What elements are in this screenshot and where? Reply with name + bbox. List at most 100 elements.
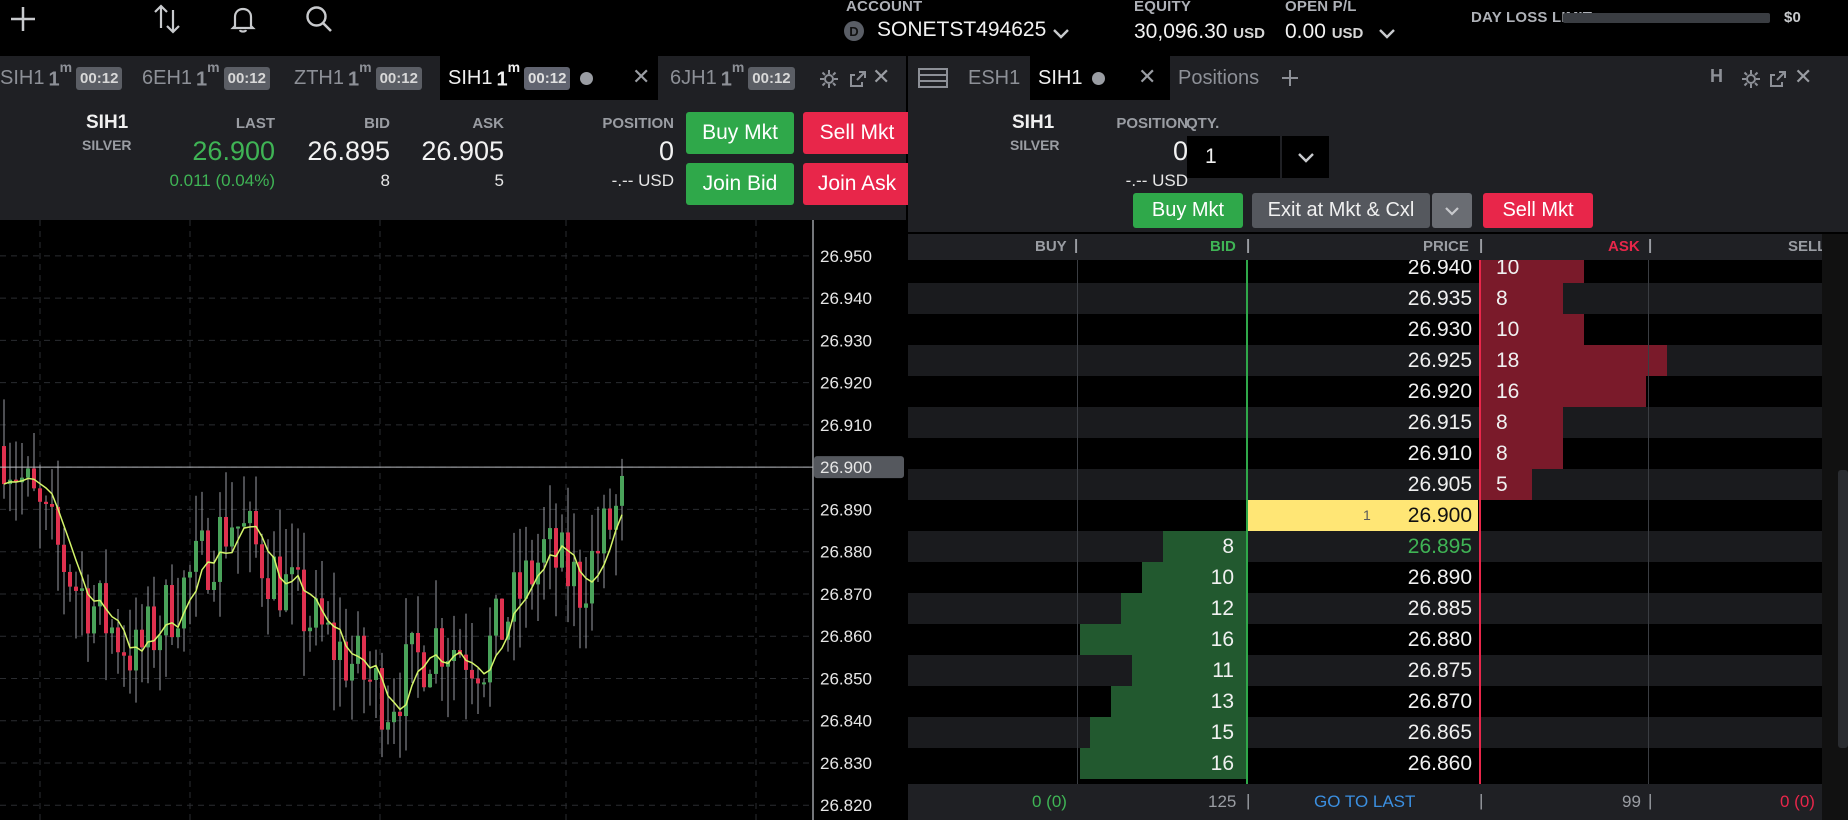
ladder-price[interactable]: 26.885	[1248, 593, 1472, 624]
ladder-price[interactable]: 26.940	[1248, 260, 1472, 283]
ladder-price[interactable]: 26.900	[1248, 500, 1472, 531]
dom-header: SIH1 SILVER POSITION 0 -.-- USD QTY. Buy…	[908, 100, 1848, 232]
col-sell: SELL	[1788, 238, 1827, 255]
candle-body	[68, 571, 72, 587]
h-hotkey-icon[interactable]: H	[1710, 66, 1723, 87]
tab-dom-esh1[interactable]: ESH1	[968, 56, 1020, 100]
chart-settings-icon[interactable]	[818, 68, 840, 90]
ladder-row[interactable]: 10 26.930	[908, 314, 1822, 345]
exit-options-button[interactable]	[1432, 193, 1472, 228]
candle-body	[80, 588, 84, 591]
ask-label: ASK	[472, 115, 504, 132]
tab-chart-6jh1[interactable]: 6JH1 1m 00:12	[670, 56, 810, 100]
last-change: 0.011 (0.04%)	[169, 171, 275, 190]
candle-body	[548, 528, 552, 540]
ladder-price[interactable]: 26.880	[1248, 624, 1472, 655]
tab-tf-value: 1	[496, 68, 508, 91]
ladder-row[interactable]: 16 26.860	[908, 748, 1822, 779]
tab-chart-sih1[interactable]: SIH1 1m 00:12	[0, 56, 128, 100]
go-to-last-link[interactable]: GO TO LAST	[1314, 792, 1415, 812]
dom-buy-mkt-button[interactable]: Buy Mkt	[1133, 193, 1243, 228]
ladder-row[interactable]: 12 26.885	[908, 593, 1822, 624]
ladder-row[interactable]: 5 26.905	[908, 469, 1822, 500]
position-pl: -.-- USD	[611, 171, 674, 190]
tab-positions[interactable]: Positions	[1178, 56, 1259, 100]
ladder-row[interactable]: 13 26.870	[908, 686, 1822, 717]
ladder-row[interactable]: 15 26.865	[908, 717, 1822, 748]
ladder-row[interactable]: 8 26.915	[908, 407, 1822, 438]
candle-body	[488, 635, 492, 683]
ladder-price[interactable]: 26.905	[1248, 469, 1472, 500]
close-tab-icon[interactable]: ✕	[632, 64, 650, 90]
search-icon[interactable]	[302, 2, 336, 36]
col-sep: |	[1074, 237, 1079, 254]
last-price-tag-label: 26.900	[820, 458, 872, 477]
ladder-price[interactable]: 26.935	[1248, 283, 1472, 314]
ladder-row[interactable]: 18 26.925	[908, 345, 1822, 376]
ladder-price[interactable]: 26.890	[1248, 562, 1472, 593]
ladder-price[interactable]: 26.925	[1248, 345, 1472, 376]
candle-body	[116, 627, 120, 653]
ladder-row[interactable]: 1 26.900	[908, 500, 1822, 531]
close-tab-icon[interactable]: ✕	[1138, 64, 1156, 90]
exit-mkt-cxl-button[interactable]: Exit at Mkt & Cxl	[1252, 193, 1430, 228]
candle-body	[290, 567, 294, 575]
bid-size: 12	[1210, 597, 1234, 620]
popout-icon[interactable]	[1768, 69, 1788, 89]
ladder-price[interactable]: 26.910	[1248, 438, 1472, 469]
close-panel-icon[interactable]: ✕	[1794, 64, 1812, 90]
tab-dom-sih1-active[interactable]: SIH1 ✕	[1030, 56, 1170, 100]
dom-sell-mkt-button[interactable]: Sell Mkt	[1483, 193, 1593, 228]
ladder-price[interactable]: 26.915	[1248, 407, 1472, 438]
unsaved-dot-icon	[1092, 71, 1106, 85]
qty-input[interactable]	[1187, 136, 1280, 178]
join-bid-button[interactable]: Join Bid	[686, 163, 794, 205]
qty-dropdown[interactable]	[1282, 136, 1329, 178]
ladder-price[interactable]: 26.860	[1248, 748, 1472, 779]
join-ask-button[interactable]: Join Ask	[803, 163, 911, 205]
ladder-row[interactable]: 11 26.875	[908, 655, 1822, 686]
add-icon[interactable]	[6, 2, 40, 36]
col-sep: |	[1648, 791, 1653, 810]
ladder-row[interactable]: 10 26.890	[908, 562, 1822, 593]
account-value[interactable]: SONETST494625	[877, 18, 1046, 42]
bell-icon[interactable]	[226, 2, 260, 36]
ask-size: 8	[1496, 442, 1508, 465]
add-tab-icon[interactable]	[1280, 68, 1300, 88]
price-ladder[interactable]: 10 26.940 8 26.935 10 26.930 18 26.925 16 26.920 8…	[908, 260, 1822, 784]
candle-body	[236, 526, 240, 529]
candlestick-chart[interactable]: 26.950 26.940 26.930 26.920 26.910 26.900 26.8…	[0, 220, 906, 820]
tab-chart-sih1-active[interactable]: SIH1 1m 00:12 ✕	[440, 56, 658, 100]
ladder-price[interactable]: 26.865	[1248, 717, 1472, 748]
ladder-row[interactable]: 16 26.920	[908, 376, 1822, 407]
ladder-row[interactable]: 8 26.935	[908, 283, 1822, 314]
tab-tf-value: 1	[196, 68, 208, 91]
price-chart[interactable]: 26.950 26.940 26.930 26.920 26.910 26.900 26.8…	[0, 220, 906, 820]
col-sep: |	[1246, 791, 1251, 810]
ladder-price[interactable]: 26.895	[1248, 531, 1472, 562]
ladder-price[interactable]: 26.920	[1248, 376, 1472, 407]
ladder-row[interactable]: 8 26.895	[908, 531, 1822, 562]
tab-chart-6eh1[interactable]: 6EH1 1m 00:12	[142, 56, 282, 100]
account-dropdown-icon[interactable]	[1050, 22, 1072, 44]
buy-mkt-button[interactable]: Buy Mkt	[686, 112, 794, 154]
menu-icon[interactable]	[918, 67, 948, 89]
tab-chart-zth1[interactable]: ZTH1 1m 00:12	[294, 56, 434, 100]
swap-arrows-icon[interactable]	[150, 2, 184, 36]
bid-size: 8	[1222, 535, 1234, 558]
close-panel-icon[interactable]: ✕	[872, 64, 890, 90]
ladder-row[interactable]: 8 26.910	[908, 438, 1822, 469]
scrollbar-thumb[interactable]	[1838, 470, 1848, 748]
candle-body	[278, 556, 282, 611]
sell-mkt-button[interactable]: Sell Mkt	[803, 112, 911, 154]
ladder-price[interactable]: 26.870	[1248, 686, 1472, 717]
candle-body	[386, 722, 390, 730]
dom-settings-icon[interactable]	[1740, 68, 1762, 90]
candle-body	[482, 682, 486, 685]
ladder-row[interactable]: 10 26.940	[908, 260, 1822, 283]
ladder-row[interactable]: 16 26.880	[908, 624, 1822, 655]
popout-icon[interactable]	[848, 69, 868, 89]
openpl-dropdown-icon[interactable]	[1376, 22, 1398, 44]
ladder-price[interactable]: 26.930	[1248, 314, 1472, 345]
ladder-price[interactable]: 26.875	[1248, 655, 1472, 686]
